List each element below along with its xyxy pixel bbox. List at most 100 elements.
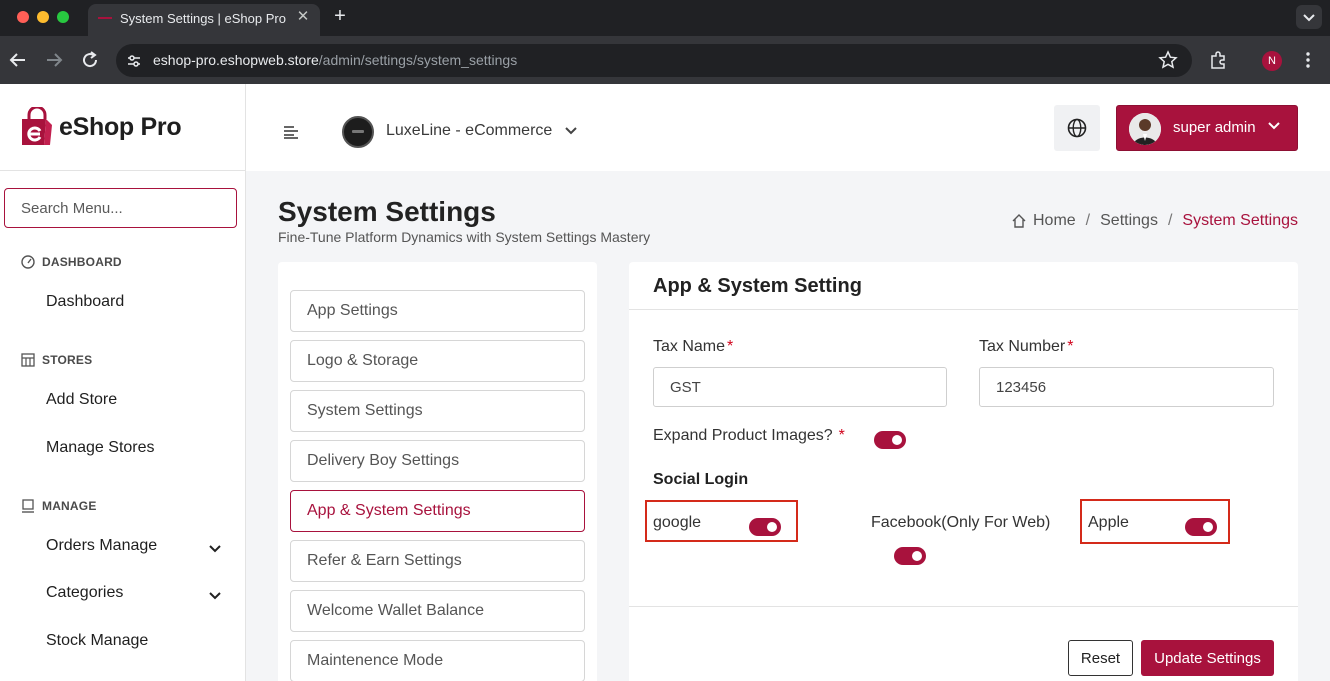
extensions-icon[interactable]: [1208, 50, 1228, 70]
more-options-icon[interactable]: [1298, 50, 1318, 70]
settings-menu-item-system-settings[interactable]: System Settings: [290, 390, 585, 432]
url-path: /admin/settings/system_settings: [318, 52, 518, 68]
settings-menu-item-welcome-wallet-balance[interactable]: Welcome Wallet Balance: [290, 590, 585, 632]
browser-tab-bar: System Settings | eShop Pro ✕ +: [0, 0, 1330, 36]
settings-menu-item-delivery-boy-settings[interactable]: Delivery Boy Settings: [290, 440, 585, 482]
shopping-bag-logo-icon: [22, 107, 52, 145]
chevron-down-icon: [1268, 122, 1280, 130]
close-window-button[interactable]: [17, 11, 29, 23]
breadcrumb-home[interactable]: Home: [1033, 212, 1076, 230]
sidebar-item-add-store[interactable]: Add Store: [46, 391, 236, 417]
page-title: System Settings: [278, 196, 496, 227]
browser-tab[interactable]: System Settings | eShop Pro ✕: [88, 4, 320, 36]
url-domain: eshop-pro.eshopweb.store: [153, 52, 319, 68]
tab-title: System Settings | eShop Pro: [120, 11, 286, 26]
language-button[interactable]: [1054, 105, 1100, 151]
required-mark: *: [1067, 338, 1074, 355]
brand-header: eShop Pro: [0, 84, 245, 171]
favicon-icon: [98, 17, 112, 19]
address-bar[interactable]: eshop-pro.eshopweb.store/admin/settings/…: [116, 44, 1192, 77]
breadcrumb-separator: /: [1085, 212, 1091, 229]
search-menu-input[interactable]: [4, 188, 237, 228]
update-settings-button[interactable]: Update Settings: [1141, 640, 1274, 676]
sidebar: eShop Pro DASHBOARD Dashboard STORES Add…: [0, 84, 246, 681]
new-tab-icon[interactable]: +: [331, 5, 349, 27]
settings-menu-item-app-system-settings[interactable]: App & System Settings: [290, 490, 585, 532]
sidebar-item-stock-manage[interactable]: Stock Manage: [46, 632, 236, 658]
site-info-icon[interactable]: [124, 51, 144, 71]
facebook-login-label: Facebook(Only For Web): [871, 514, 1051, 531]
top-bar: LuxeLine - eCommerce super admin: [246, 84, 1330, 171]
sidebar-item-label: Dashboard: [46, 293, 125, 310]
settings-menu-item-logo-storage[interactable]: Logo & Storage: [290, 340, 585, 382]
chevron-down-icon[interactable]: [564, 124, 578, 138]
sidebar-item-orders-manage[interactable]: Orders Manage: [46, 537, 236, 563]
panel-header: App & System Setting: [629, 262, 1298, 310]
maximize-window-button[interactable]: [57, 11, 69, 23]
back-arrow-icon[interactable]: [6, 48, 30, 72]
sidebar-item-label: Categories: [46, 584, 124, 601]
social-login-title: Social Login: [653, 471, 749, 488]
tax-number-input[interactable]: [979, 367, 1274, 407]
breadcrumb-separator: /: [1167, 212, 1173, 229]
required-mark: *: [727, 338, 734, 355]
tax-name-label-text: Tax Name: [653, 338, 726, 355]
app-root: eShop Pro DASHBOARD Dashboard STORES Add…: [0, 84, 1330, 681]
gauge-icon: [21, 255, 35, 269]
sidebar-item-label: Stock Manage: [46, 632, 149, 649]
home-icon: [1012, 214, 1026, 228]
profile-avatar[interactable]: N: [1262, 51, 1282, 71]
expand-images-label: Expand Product Images? *: [653, 427, 845, 445]
sidebar-item-label: Add Store: [46, 391, 118, 408]
settings-menu-item-app-settings[interactable]: App Settings: [290, 290, 585, 332]
avatar: [1129, 113, 1161, 145]
settings-menu-item-maintenance-mode[interactable]: Maintenence Mode: [290, 640, 585, 681]
expand-images-label-text: Expand Product Images?: [653, 427, 833, 444]
breadcrumb-settings[interactable]: Settings: [1100, 212, 1158, 230]
minimize-window-button[interactable]: [37, 11, 49, 23]
menu-toggle-icon[interactable]: [283, 125, 299, 139]
sidebar-item-categories[interactable]: Categories: [46, 584, 236, 610]
tab-search-button[interactable]: [1296, 5, 1322, 29]
section-label: DASHBOARD: [42, 255, 122, 269]
tax-number-label-text: Tax Number: [979, 338, 1066, 355]
panel-title: App & System Setting: [653, 275, 862, 297]
settings-menu-item-refer-earn-settings[interactable]: Refer & Earn Settings: [290, 540, 585, 582]
store-icon: [21, 353, 35, 367]
reset-button[interactable]: Reset: [1068, 640, 1133, 676]
google-login-toggle[interactable]: [749, 518, 781, 536]
breadcrumb: Home / Settings / System Settings: [1011, 212, 1298, 230]
panel-divider: [629, 606, 1298, 607]
facebook-login-toggle[interactable]: [894, 547, 926, 565]
tax-number-label: Tax Number *: [979, 338, 1073, 356]
chevron-down-icon: [209, 545, 221, 553]
url-text: eshop-pro.eshopweb.store/admin/settings/…: [153, 52, 517, 68]
chevron-down-icon: [209, 592, 221, 600]
globe-icon: [1067, 118, 1087, 138]
bookmark-star-icon[interactable]: [1158, 50, 1178, 70]
close-tab-icon[interactable]: ✕: [294, 8, 312, 26]
apple-login-label: Apple: [1088, 514, 1129, 531]
required-mark: *: [838, 427, 845, 444]
sidebar-item-manage-stores[interactable]: Manage Stores: [46, 439, 236, 465]
google-login-label: google: [653, 514, 702, 531]
breadcrumb-current: System Settings: [1182, 212, 1298, 229]
tax-name-input[interactable]: [653, 367, 947, 407]
expand-images-toggle[interactable]: [874, 431, 906, 449]
reload-icon[interactable]: [78, 48, 102, 72]
user-menu-button[interactable]: super admin: [1116, 105, 1298, 151]
user-name: super admin: [1173, 119, 1256, 136]
monitor-icon: [22, 499, 34, 513]
brand-name: eShop Pro: [59, 113, 182, 141]
section-label: MANAGE: [42, 499, 97, 513]
sidebar-item-label: Manage Stores: [46, 439, 155, 456]
store-selector[interactable]: LuxeLine - eCommerce: [386, 122, 552, 140]
page-subtitle: Fine-Tune Platform Dynamics with System …: [278, 229, 651, 245]
browser-toolbar: eshop-pro.eshopweb.store/admin/settings/…: [0, 36, 1330, 84]
sidebar-item-dashboard[interactable]: Dashboard: [46, 293, 236, 319]
sidebar-item-label: Orders Manage: [46, 537, 158, 554]
apple-login-toggle[interactable]: [1185, 518, 1217, 536]
forward-arrow-icon[interactable]: [42, 48, 66, 72]
settings-menu-panel: App Settings Logo & Storage System Setti…: [278, 262, 597, 681]
store-logo: [342, 116, 374, 148]
